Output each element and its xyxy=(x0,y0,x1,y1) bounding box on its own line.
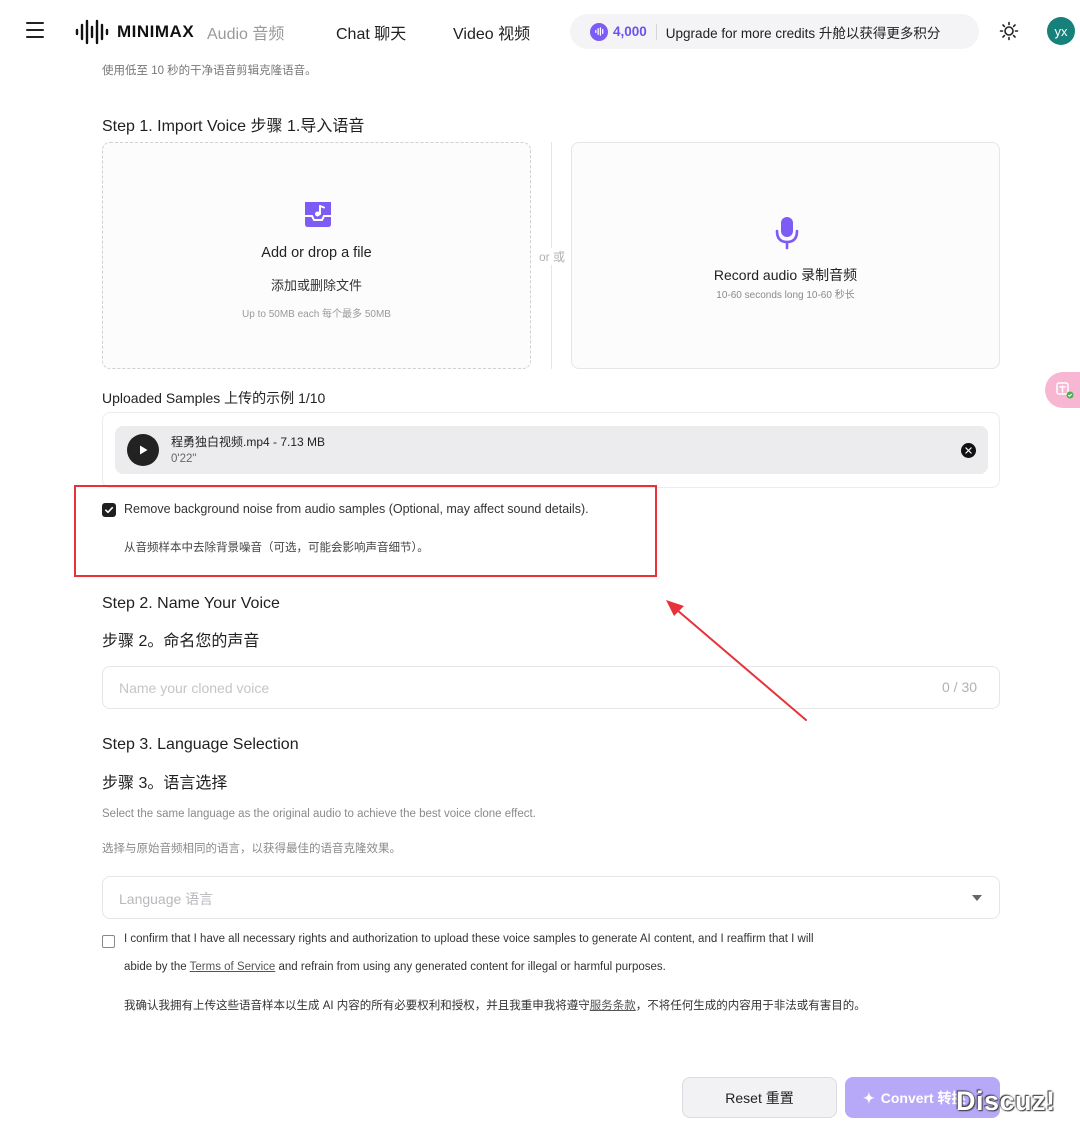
reset-button[interactable]: Reset 重置 xyxy=(682,1077,837,1118)
char-count: 0 / 30 xyxy=(942,679,978,695)
record-title: Record audio 录制音频 xyxy=(713,267,858,283)
top-bar: MINIMAX Audio 音频 Chat 聊天 Video 视频 4,000 … xyxy=(0,0,1080,62)
dropzone-title: Add or drop a file xyxy=(261,245,372,261)
watermark: Discuz! xyxy=(956,1086,1056,1116)
terms-checkbox[interactable] xyxy=(102,935,115,948)
terms-text-part: 我确认我拥有上传这些语音样本以生成 AI 内容的所有必要权利和授权，并且我重申我… xyxy=(124,1000,590,1012)
step3-title: Step 3. Language Selection xyxy=(102,736,299,753)
microphone-icon xyxy=(775,217,799,250)
nav-video[interactable]: Video 视频 xyxy=(453,20,530,44)
terms-text-part: abide by the xyxy=(124,961,190,973)
language-description-cn: 选择与原始音频相同的语言，以获得最佳的语音克隆效果。 xyxy=(102,843,401,855)
remove-noise-checkbox[interactable] xyxy=(102,503,116,517)
language-select[interactable]: Language 语言 xyxy=(102,876,1000,919)
step2-title: Step 2. Name Your Voice xyxy=(102,595,280,612)
intro-text: 使用低至 10 秒的干净语音剪辑克隆语音。 xyxy=(102,65,317,77)
uploaded-samples-list: 程勇独白视频.mp4 - 7.13 MB 0'22" xyxy=(102,412,1000,488)
remove-noise-label-cn: 从音频样本中去除背景噪音（可选，可能会影响声音细节）。 xyxy=(124,542,429,554)
step1-title: Step 1. Import Voice 步骤 1.导入语音 xyxy=(102,118,365,135)
sun-icon[interactable] xyxy=(999,21,1019,41)
nav-audio[interactable]: Audio 音频 xyxy=(207,20,284,44)
language-select-placeholder: Language 语言 xyxy=(119,891,214,907)
voice-name-input[interactable] xyxy=(102,666,1000,709)
record-audio-card[interactable]: Record audio 录制音频 10-60 seconds long 10-… xyxy=(571,142,1000,369)
play-icon xyxy=(140,445,148,455)
inbox-upload-icon xyxy=(305,202,331,227)
voice-wave-icon xyxy=(590,22,608,41)
checkmark-icon xyxy=(105,506,114,514)
step2-title-cn: 步骤 2。命名您的声音 xyxy=(102,633,260,650)
terms-text-part: ，不将任何生成的内容用于非法或有害目的。 xyxy=(635,1000,866,1012)
play-button[interactable] xyxy=(127,434,159,466)
avatar[interactable]: yx xyxy=(1047,17,1075,45)
file-dropzone[interactable]: Add or drop a file 添加或删除文件 Up to 50MB ea… xyxy=(102,142,531,369)
brand-name: MINIMAX xyxy=(117,22,195,41)
terms-text-part: and refrain from using any generated con… xyxy=(275,961,666,973)
menu-icon[interactable] xyxy=(26,22,44,38)
terms-of-service-link-cn[interactable]: 服务条款 xyxy=(590,1000,636,1012)
record-subtitle: 10-60 seconds long 10-60 秒长 xyxy=(716,290,855,301)
dropzone-limit: Up to 50MB each 每个最多 50MB xyxy=(242,309,391,320)
sample-duration: 0'22" xyxy=(171,453,197,465)
step3-title-cn: 步骤 3。语言选择 xyxy=(102,775,228,792)
language-description: Select the same language as the original… xyxy=(102,808,536,820)
upgrade-link[interactable]: Upgrade for more credits 升舱以获得更多积分 xyxy=(666,22,941,42)
annotation-highlight-box xyxy=(74,485,657,577)
credits-pill[interactable]: 4,000 Upgrade for more credits 升舱以获得更多积分 xyxy=(570,14,979,49)
minimax-wave-icon xyxy=(75,19,109,45)
translate-floating-tab[interactable] xyxy=(1045,372,1080,408)
or-label: or 或 xyxy=(531,248,573,265)
credits-amount: 4,000 xyxy=(613,24,647,39)
remove-sample-button[interactable] xyxy=(961,443,976,458)
close-icon xyxy=(965,447,972,454)
convert-label: Convert 转换 xyxy=(880,1089,966,1106)
brand-logo[interactable]: MINIMAX xyxy=(75,17,194,47)
annotation-arrow xyxy=(666,600,807,721)
sample-file-name: 程勇独白视频.mp4 - 7.13 MB xyxy=(171,435,326,449)
terms-text-line3: 我确认我拥有上传这些语音样本以生成 AI 内容的所有必要权利和授权，并且我重申我… xyxy=(124,997,866,1013)
dropzone-title-cn: 添加或删除文件 xyxy=(270,278,362,293)
terms-of-service-link[interactable]: Terms of Service xyxy=(190,961,276,973)
terms-text-line2: abide by the Terms of Service and refrai… xyxy=(124,961,666,973)
remove-noise-label: Remove background noise from audio sampl… xyxy=(124,502,589,516)
list-item: 程勇独白视频.mp4 - 7.13 MB 0'22" xyxy=(115,426,988,474)
caret-down-icon xyxy=(972,895,982,901)
terms-text-line1: I confirm that I have all necessary righ… xyxy=(124,933,814,945)
credits-divider xyxy=(655,23,657,40)
uploaded-samples-label: Uploaded Samples 上传的示例 1/10 xyxy=(102,390,326,406)
sparkle-icon: ✦ xyxy=(863,1089,875,1106)
nav-chat[interactable]: Chat 聊天 xyxy=(336,20,406,44)
translate-icon xyxy=(1056,382,1074,399)
